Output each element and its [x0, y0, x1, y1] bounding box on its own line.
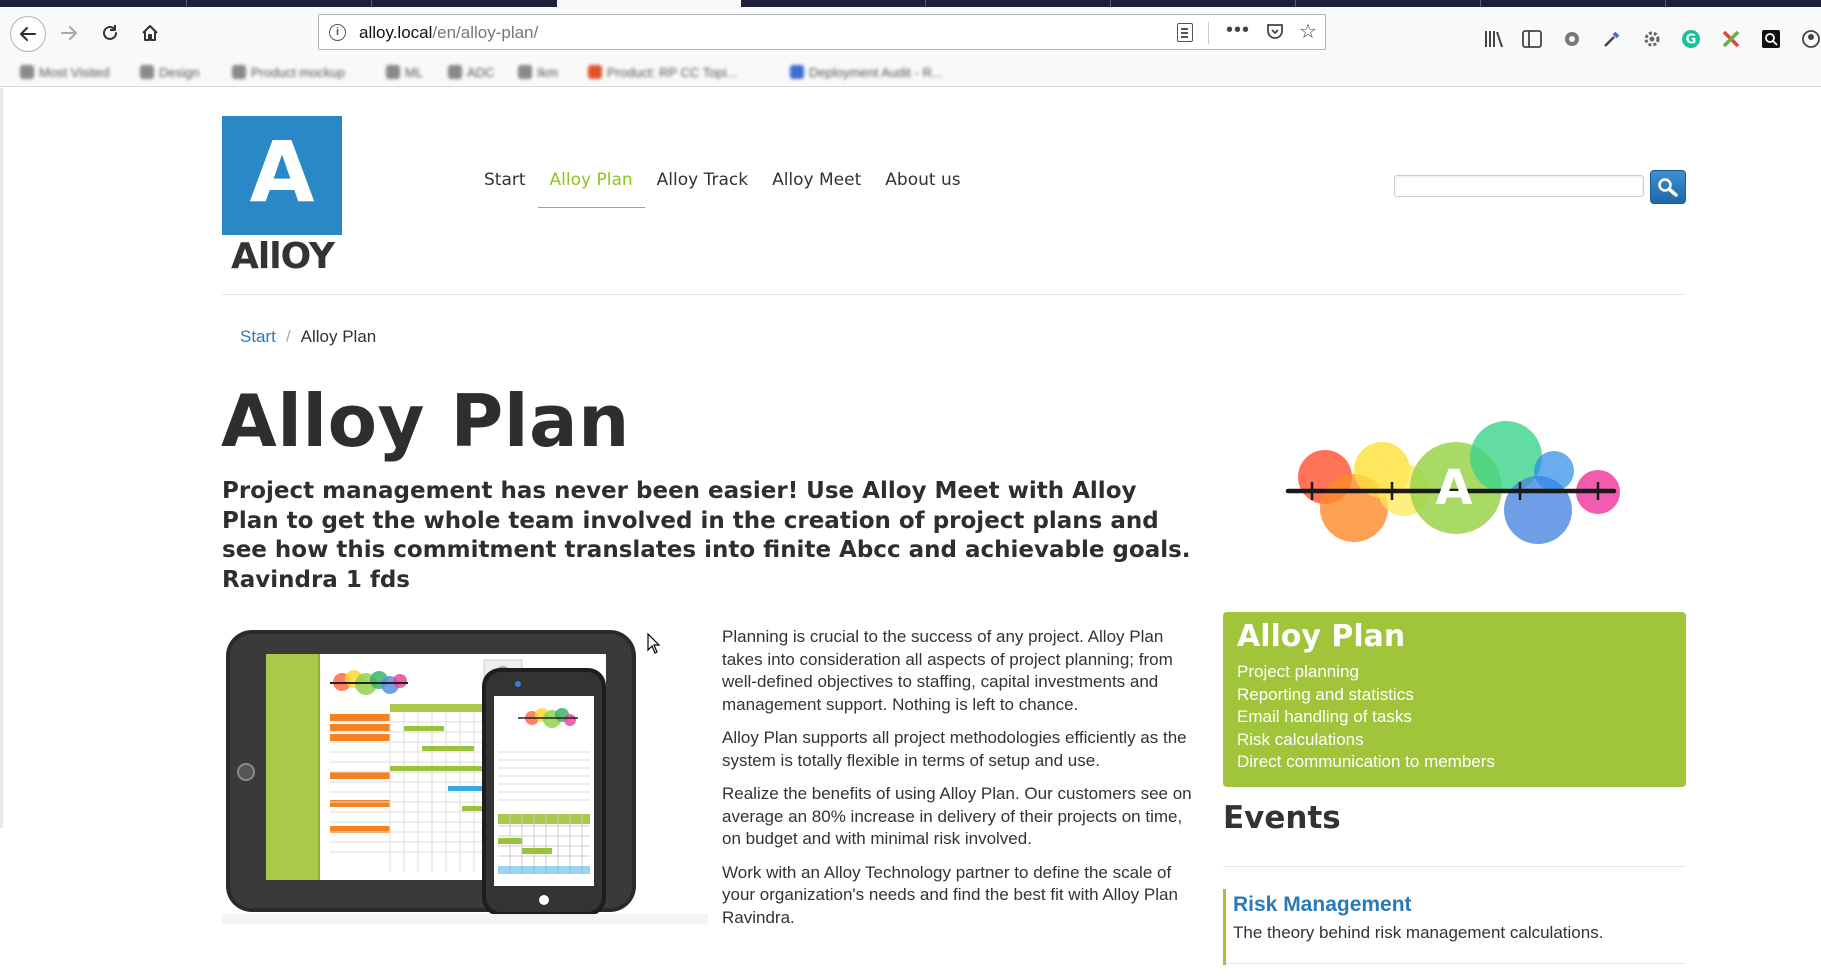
- gear-icon: [140, 65, 154, 79]
- bookmark-star-icon[interactable]: ☆: [1299, 19, 1317, 44]
- url-bar[interactable]: i alloy.local/en/alloy-plan/ ••• ☆: [318, 14, 1326, 50]
- nav-item-start[interactable]: Start: [472, 160, 538, 208]
- header-divider: [222, 294, 1686, 295]
- url-text[interactable]: alloy.local/en/alloy-plan/: [359, 23, 538, 43]
- gear-icon: [232, 65, 246, 79]
- product-devices-image: [222, 630, 708, 924]
- bookmark-item[interactable]: Product mockup: [232, 64, 345, 80]
- teaser-feature: Email handling of tasks: [1237, 707, 1412, 726]
- event-divider: [1226, 963, 1686, 964]
- search-input[interactable]: [1394, 175, 1644, 197]
- teaser-feature: Project planning: [1237, 662, 1359, 681]
- home-icon: [142, 25, 158, 41]
- nav-item-alloy-plan[interactable]: Alloy Plan: [537, 160, 645, 208]
- page-actions-icon[interactable]: •••: [1226, 19, 1250, 42]
- site-logo[interactable]: A AllOY: [222, 116, 343, 277]
- logo-wordmark: AllOY: [231, 236, 335, 277]
- back-button[interactable]: [10, 16, 46, 52]
- bookmark-folder[interactable]: ML: [386, 64, 423, 80]
- nav-item-alloy-track[interactable]: Alloy Track: [645, 160, 760, 208]
- tab-separator: [1110, 0, 1111, 7]
- gear-icon: [20, 65, 34, 79]
- zoom-extension-icon[interactable]: [1758, 26, 1784, 52]
- mouse-cursor-icon: [647, 633, 661, 654]
- folder-icon: [518, 65, 532, 79]
- library-icon[interactable]: [1481, 26, 1507, 52]
- teaser-feature: Reporting and statistics: [1237, 684, 1414, 704]
- nav-item-alloy-meet[interactable]: Alloy Meet: [760, 160, 873, 208]
- body-paragraph: Realize the benefits of using Alloy Plan…: [722, 784, 1192, 848]
- pocket-icon[interactable]: [1265, 21, 1285, 46]
- extension-gear-icon[interactable]: [1559, 26, 1585, 52]
- body-paragraph: Work with an Alloy Technology partner to…: [722, 862, 1178, 927]
- home-button[interactable]: [133, 17, 167, 49]
- teaser-feature: Risk calculations: [1237, 729, 1364, 749]
- reload-icon: [103, 25, 117, 40]
- settings-icon[interactable]: [1639, 26, 1665, 52]
- sidebar-icon[interactable]: [1519, 26, 1545, 52]
- bookmark-item[interactable]: Most Visited: [20, 64, 110, 80]
- bookmark-item[interactable]: Deployment Audit - R...: [790, 64, 943, 80]
- jira-icon: [790, 65, 804, 79]
- account-icon[interactable]: [1798, 26, 1821, 52]
- teaser-feature: Direct communication to members: [1237, 752, 1495, 771]
- tools-icon[interactable]: [1718, 26, 1744, 52]
- bookmark-folder[interactable]: ADC: [448, 64, 494, 80]
- teaser-features-list: Project planning Reporting and statistic…: [1237, 661, 1672, 774]
- alloy-plan-graphic: A: [1285, 421, 1620, 544]
- svg-text:A: A: [1435, 460, 1472, 516]
- reload-button[interactable]: [93, 17, 127, 49]
- tab-separator: [1295, 0, 1296, 7]
- search-icon: [1658, 178, 1678, 197]
- page-title: Alloy Plan: [221, 379, 630, 463]
- bookmark-item[interactable]: Product: RP CC Topi...: [588, 64, 737, 80]
- events-divider: [1223, 866, 1686, 867]
- microsoft-icon: [588, 65, 602, 79]
- page-body: Planning is crucial to the success of an…: [722, 626, 1192, 940]
- bookmark-item[interactable]: Design: [140, 64, 199, 80]
- breadcrumb: Start / Alloy Plan: [240, 327, 376, 347]
- forward-button[interactable]: [52, 17, 86, 49]
- folder-icon: [448, 65, 462, 79]
- main-navigation: Start Alloy Plan Alloy Track Alloy Meet …: [472, 160, 973, 210]
- breadcrumb-link-start[interactable]: Start: [240, 327, 276, 346]
- tab-separator: [186, 0, 187, 7]
- product-teaser-box[interactable]: Alloy Plan Project planning Reporting an…: [1223, 612, 1686, 787]
- bookmarks-toolbar: Most Visited Design Product mockup ML AD…: [0, 57, 1821, 87]
- tab-separator: [925, 0, 926, 7]
- teaser-title: Alloy Plan: [1237, 619, 1406, 654]
- body-paragraph: Planning is crucial to the success of an…: [722, 627, 1173, 714]
- tab-separator: [371, 0, 372, 7]
- breadcrumb-current: Alloy Plan: [300, 327, 377, 346]
- nav-item-about-us[interactable]: About us: [873, 160, 972, 208]
- search-button[interactable]: [1650, 170, 1686, 204]
- body-paragraph: Alloy Plan supports all project methodol…: [722, 728, 1187, 770]
- tab-separator: [1665, 0, 1666, 7]
- grammarly-icon[interactable]: G: [1678, 26, 1704, 52]
- event-title-link[interactable]: Risk Management: [1233, 889, 1686, 920]
- events-heading: Events: [1223, 800, 1341, 836]
- browser-toolbar: i alloy.local/en/alloy-plan/ ••• ☆ G: [0, 7, 1821, 57]
- arrow-left-icon: [20, 27, 36, 41]
- active-tab[interactable]: [557, 0, 741, 7]
- tab-strip: [0, 0, 1821, 7]
- svg-text:G: G: [1686, 33, 1697, 48]
- event-description: The theory behind risk management calcul…: [1233, 923, 1604, 942]
- reader-view-icon[interactable]: [1177, 23, 1193, 42]
- eyedropper-icon[interactable]: [1599, 26, 1625, 52]
- tab-separator: [1480, 0, 1481, 7]
- arrow-right-icon: [61, 26, 77, 40]
- folder-icon: [386, 65, 400, 79]
- url-bar-divider: [1208, 22, 1209, 44]
- logo-letter: A: [249, 123, 315, 221]
- info-icon[interactable]: i: [329, 24, 346, 41]
- page-intro: Project management has never been easier…: [222, 478, 1191, 593]
- bookmark-folder[interactable]: Ikm: [518, 64, 558, 80]
- breadcrumb-separator: /: [285, 327, 291, 346]
- event-item: Risk Management The theory behind risk m…: [1223, 889, 1686, 965]
